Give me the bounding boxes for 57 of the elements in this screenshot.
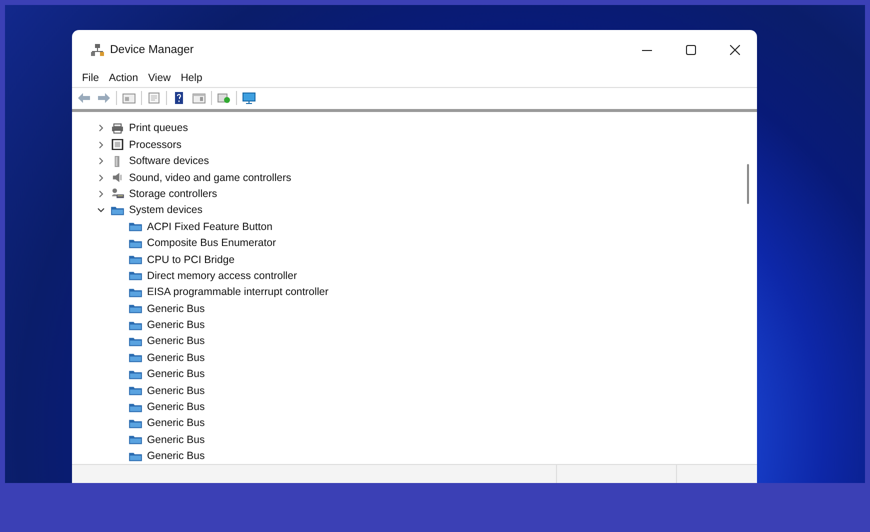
device-folder-icon [129, 352, 142, 364]
tree-item[interactable]: EISA programmable interrupt controller [147, 286, 328, 298]
expand-toggle[interactable] [96, 188, 106, 199]
tree-item[interactable]: CPU to PCI Bridge [147, 254, 235, 266]
device-folder-icon [129, 320, 142, 331]
tree-item[interactable]: Composite Bus Enumerator [147, 237, 276, 250]
tree-item[interactable]: Generic Bus [147, 401, 205, 414]
tree-item[interactable]: Direct memory access controller [147, 270, 297, 282]
tree-item[interactable]: Generic Bus [147, 335, 205, 348]
tree-item[interactable]: Storage controllers [129, 188, 218, 200]
expand-toggle[interactable] [96, 123, 106, 134]
storage-icon [111, 188, 124, 200]
expand-toggle[interactable] [96, 156, 106, 166]
chip-icon [111, 139, 124, 150]
tree-item[interactable]: Generic Bus [147, 434, 205, 446]
tree-item[interactable]: Generic Bus [147, 450, 205, 462]
device-folder-icon [129, 385, 142, 396]
device-folder-icon [129, 286, 142, 298]
device-folder-icon [129, 270, 142, 282]
device-folder-icon [129, 434, 142, 446]
device-folder-icon [129, 368, 142, 380]
device-folder-icon [129, 238, 142, 249]
maximize-icon [686, 44, 696, 55]
device-folder-icon [129, 450, 142, 462]
tree-item[interactable]: Generic Bus [147, 417, 205, 430]
device-folder-icon [129, 254, 142, 265]
tree-item[interactable]: Print queues [129, 122, 188, 134]
tree-item[interactable]: System devices [129, 204, 203, 216]
menu-item[interactable]: File [77, 72, 104, 84]
menu-item[interactable]: Help [176, 72, 208, 84]
printer-icon [111, 122, 124, 134]
tree-item[interactable]: Generic Bus [147, 368, 205, 380]
tree-item[interactable]: Software devices [129, 155, 209, 168]
tree-item[interactable]: ACPI Fixed Feature Button [147, 220, 272, 233]
expand-toggle[interactable] [96, 140, 106, 150]
monitor-icon[interactable] [241, 90, 257, 106]
device-folder-icon [129, 303, 142, 314]
device-folder-icon [129, 402, 142, 413]
tree-item[interactable]: Generic Bus [147, 352, 205, 364]
device-folder-icon [129, 418, 142, 429]
speaker-icon [111, 172, 124, 184]
device-folder-icon [129, 221, 142, 232]
menu-item[interactable]: Action [104, 72, 144, 84]
tree-item[interactable]: Sound, video and game controllers [129, 172, 292, 184]
menu-item[interactable]: View [143, 72, 176, 84]
expand-toggle[interactable] [96, 172, 106, 183]
device-folder-icon [129, 336, 142, 347]
document-icon[interactable] [146, 90, 162, 106]
tree-item[interactable]: Generic Bus [147, 302, 205, 315]
window-title: Device Manager [110, 44, 194, 56]
tree-item[interactable]: Processors [129, 138, 182, 151]
tree-item[interactable]: Generic Bus [147, 384, 205, 397]
close-icon [730, 44, 740, 55]
device-manager-icon [91, 43, 104, 56]
device-folder-icon [111, 204, 124, 216]
tree-item[interactable]: Generic Bus [147, 319, 205, 332]
scrollbar-thumb[interactable] [747, 164, 749, 204]
